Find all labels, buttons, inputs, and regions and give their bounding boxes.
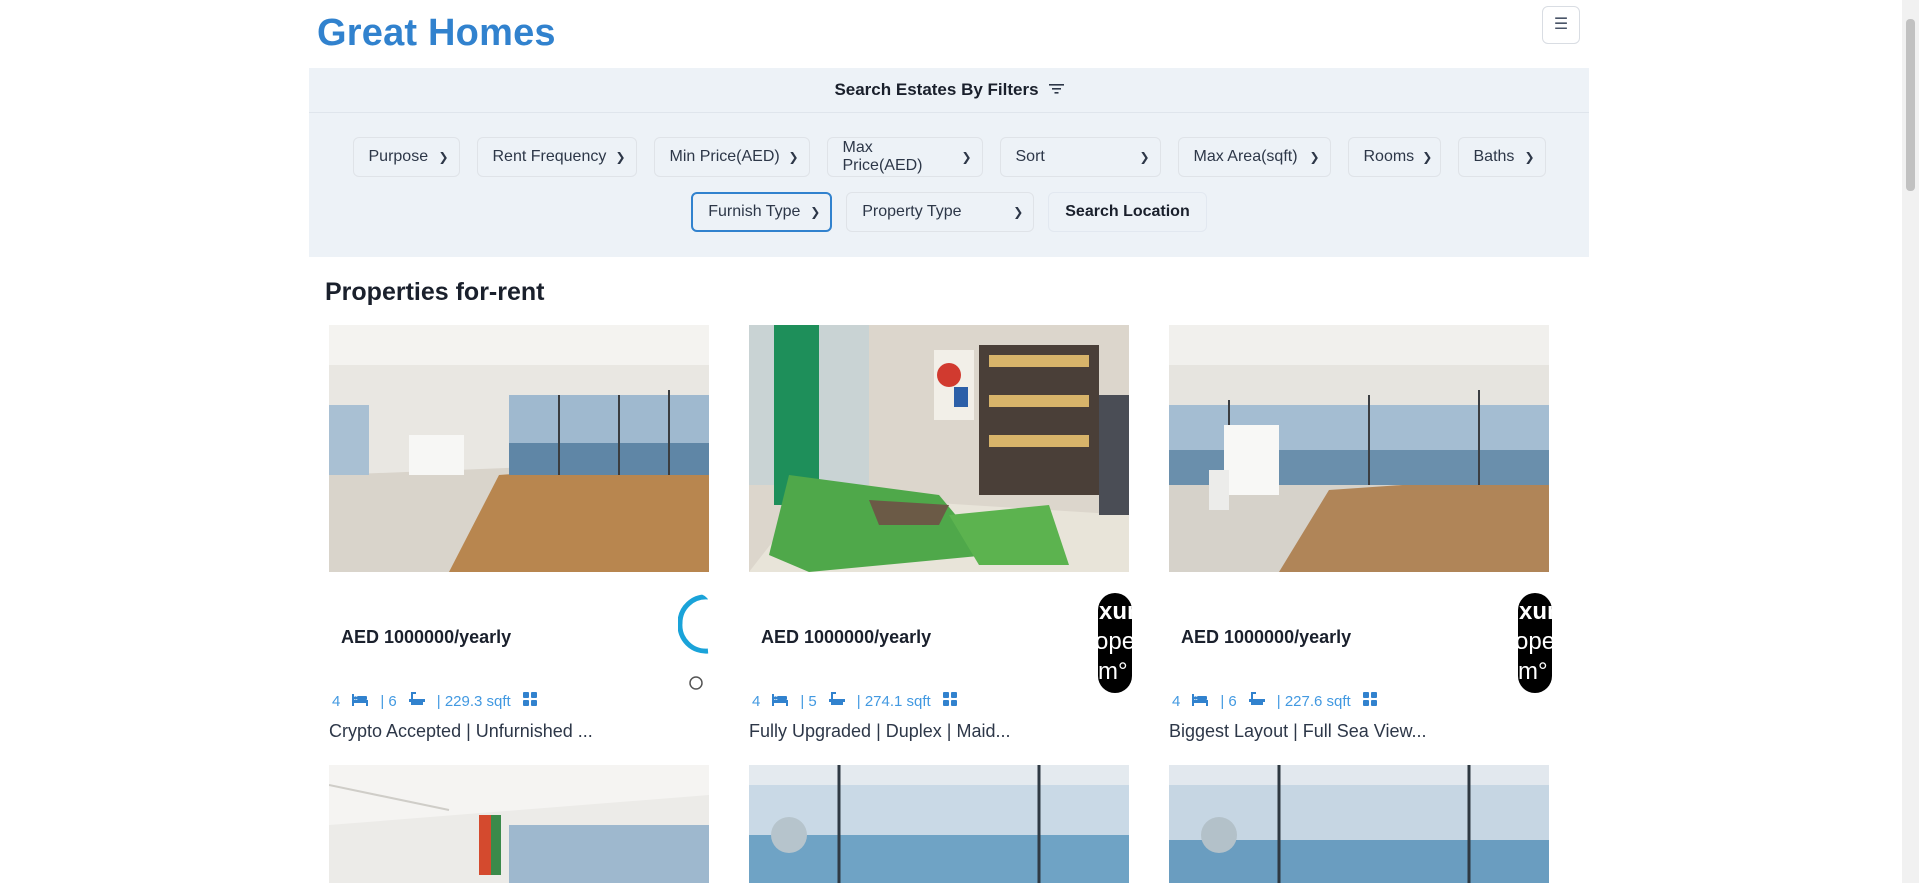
filter-toggle[interactable]: Search Estates By Filters	[309, 68, 1589, 113]
max-price-select[interactable]: Max Price(AED) ❯	[826, 137, 983, 177]
filter-panel: Search Estates By Filters Purpose ❯ Rent …	[309, 68, 1589, 257]
agency-logo	[678, 593, 712, 693]
page-scrollbar[interactable]	[1902, 0, 1919, 883]
max-area-select[interactable]: Max Area(sqft) ❯	[1177, 137, 1331, 177]
property-image[interactable]	[749, 325, 1129, 572]
grid-area-icon	[942, 692, 957, 710]
property-stats: 4 | 6 | 229.3 sqft	[332, 692, 549, 710]
select-label: Rent Frequency	[492, 148, 607, 165]
property-image[interactable]	[329, 765, 709, 883]
scrollbar-thumb[interactable]	[1906, 19, 1915, 191]
area-value: | 229.3 sqft	[436, 692, 511, 710]
property-price: AED 1000000/yearly	[761, 627, 932, 647]
property-title[interactable]: Biggest Layout | Full Sea View...	[1169, 721, 1427, 742]
min-price-select[interactable]: Min Price(AED) ❯	[653, 137, 810, 177]
select-label: Property Type	[862, 203, 962, 220]
furnish-type-select[interactable]: Furnish Type ❯	[691, 192, 833, 232]
property-card[interactable]	[329, 765, 709, 883]
rent-frequency-select[interactable]: Rent Frequency ❯	[476, 137, 637, 177]
section-title: Properties for-rent	[325, 278, 545, 306]
bath-icon	[408, 692, 425, 710]
property-image[interactable]	[329, 325, 709, 572]
select-label: Min Price(AED)	[669, 148, 780, 165]
property-card[interactable]: xur ope m° AED 1000000/yearly 4 | 5 | 27…	[749, 325, 1132, 741]
select-label: Sort	[1015, 148, 1045, 165]
baths-count: | 6	[1220, 692, 1237, 710]
property-price: AED 1000000/yearly	[341, 627, 512, 647]
filter-heading: Search Estates By Filters	[834, 80, 1039, 99]
bed-icon	[1192, 693, 1209, 710]
chevron-down-icon: ❯	[1013, 205, 1024, 219]
bed-icon	[772, 693, 789, 710]
agency-logo: xur ope m°	[1098, 593, 1132, 693]
chevron-down-icon: ❯	[438, 150, 449, 164]
property-stats: 4 | 6 | 227.6 sqft	[1172, 692, 1389, 710]
grid-area-icon	[1362, 692, 1377, 710]
baths-count: | 6	[380, 692, 397, 710]
search-location-button[interactable]: Search Location	[1048, 192, 1207, 232]
property-price: AED 1000000/yearly	[1181, 627, 1352, 647]
rooms-count: 4	[752, 692, 761, 710]
select-label: Max Area(sqft)	[1193, 148, 1298, 165]
select-label: Furnish Type	[708, 203, 801, 220]
filter-row-2: Furnish Type ❯ Property Type ❯ Search Loca…	[309, 192, 1589, 232]
property-card[interactable]: xur ope m° AED 1000000/yearly 4 | 6 | 22…	[1169, 325, 1552, 741]
hamburger-icon: ☰	[1553, 16, 1569, 33]
select-label: Rooms	[1363, 148, 1415, 165]
select-label: Purpose	[368, 148, 429, 165]
chevron-down-icon: ❯	[615, 150, 626, 164]
baths-select[interactable]: Baths ❯	[1457, 137, 1546, 177]
property-title[interactable]: Fully Upgraded | Duplex | Maid...	[749, 721, 1010, 742]
select-label: Baths	[1473, 148, 1515, 165]
baths-count: | 5	[800, 692, 817, 710]
rooms-count: 4	[1172, 692, 1181, 710]
sort-select[interactable]: Sort ❯	[999, 137, 1161, 177]
bath-icon	[828, 692, 845, 710]
chevron-down-icon: ❯	[1524, 150, 1535, 164]
menu-button[interactable]: ☰	[1542, 6, 1580, 44]
purpose-select[interactable]: Purpose ❯	[352, 137, 460, 177]
property-type-select[interactable]: Property Type ❯	[846, 192, 1035, 232]
rooms-select[interactable]: Rooms ❯	[1347, 137, 1441, 177]
filter-row-1: Purpose ❯ Rent Frequency ❯ Min Price(AED) ❯…	[309, 137, 1589, 177]
property-title[interactable]: Crypto Accepted | Unfurnished ...	[329, 721, 593, 742]
chevron-down-icon: ❯	[788, 150, 799, 164]
bed-icon	[352, 693, 369, 710]
area-value: | 274.1 sqft	[856, 692, 931, 710]
property-card[interactable]: AED 1000000/yearly 4 | 6 | 229.3 sqft Cr…	[329, 325, 709, 741]
chevron-down-icon: ❯	[1422, 150, 1433, 164]
chevron-down-icon: ❯	[810, 205, 821, 219]
property-card[interactable]	[749, 765, 1129, 883]
rooms-count: 4	[332, 692, 341, 710]
chevron-down-icon: ❯	[1139, 150, 1150, 164]
grid-area-icon	[522, 692, 537, 710]
site-logo[interactable]: Great Homes	[317, 12, 556, 55]
bath-icon	[1248, 692, 1265, 710]
filter-icon	[1048, 82, 1064, 99]
select-label: Max Price(AED)	[842, 139, 923, 174]
area-value: | 227.6 sqft	[1276, 692, 1351, 710]
property-stats: 4 | 5 | 274.1 sqft	[752, 692, 969, 710]
chevron-down-icon: ❯	[1309, 150, 1320, 164]
property-image[interactable]	[1169, 325, 1549, 572]
chevron-down-icon: ❯	[961, 150, 972, 164]
agency-logo: xur ope m°	[1518, 593, 1552, 693]
property-image[interactable]	[1169, 765, 1549, 883]
property-image[interactable]	[749, 765, 1129, 883]
property-card[interactable]	[1169, 765, 1549, 883]
